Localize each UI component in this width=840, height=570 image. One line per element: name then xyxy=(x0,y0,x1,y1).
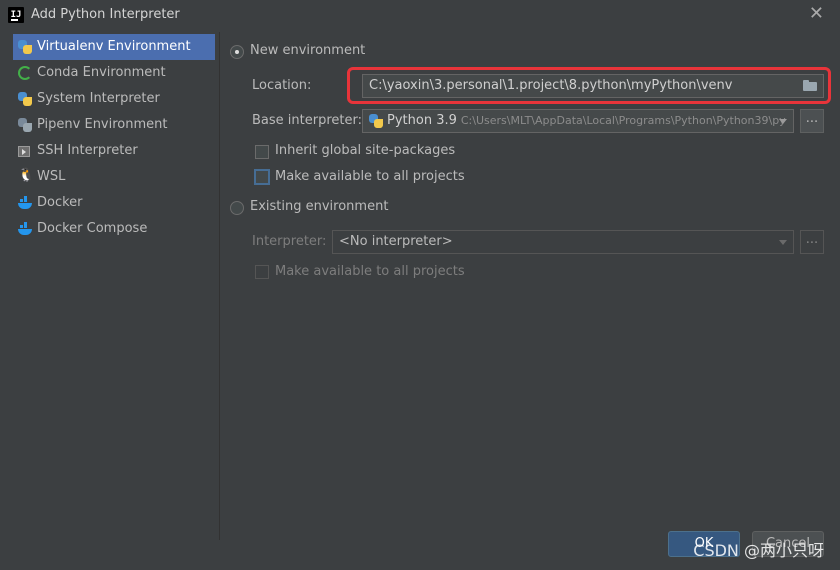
sidebar-item-label: Virtualenv Environment xyxy=(37,39,191,54)
make-available-label: Make available to all projects xyxy=(275,169,465,184)
sidebar-item-ssh[interactable]: SSH Interpreter xyxy=(10,138,217,164)
conda-icon xyxy=(18,66,32,80)
base-interpreter-path: C:\Users\MLT\AppData\Local\Programs\Pyth… xyxy=(460,114,786,127)
chevron-down-icon xyxy=(779,119,787,124)
sidebar-item-label: System Interpreter xyxy=(37,91,160,106)
location-label: Location: xyxy=(252,78,312,93)
panel-divider xyxy=(219,32,220,540)
sidebar-item-docker[interactable]: Docker xyxy=(10,190,217,216)
pipenv-icon xyxy=(18,118,32,132)
base-interpreter-label: Base interpreter: xyxy=(252,113,362,128)
interpreter-type-list: Virtualenv Environment Conda Environment… xyxy=(10,34,217,534)
sidebar-item-virtualenv[interactable]: Virtualenv Environment xyxy=(13,34,215,60)
close-icon[interactable]: ✕ xyxy=(809,3,824,24)
make-available-checkbox[interactable] xyxy=(254,169,270,185)
interpreter-select[interactable]: <No interpreter> xyxy=(332,230,794,254)
linux-penguin-icon: 🐧 xyxy=(18,168,35,183)
sidebar-item-label: Pipenv Environment xyxy=(37,117,168,132)
location-highlight-box xyxy=(347,67,831,104)
sidebar-item-label: WSL xyxy=(37,169,66,184)
sidebar-item-docker-compose[interactable]: Docker Compose xyxy=(10,216,217,242)
browse-base-interpreter-button[interactable]: ... xyxy=(800,109,824,133)
sidebar-item-label: SSH Interpreter xyxy=(37,143,138,158)
new-environment-label: New environment xyxy=(250,43,366,58)
interpreter-label: Interpreter: xyxy=(252,234,327,249)
inherit-site-packages-checkbox[interactable] xyxy=(255,145,269,159)
sidebar-item-wsl[interactable]: 🐧 WSL xyxy=(10,164,217,190)
title-bar: IJ Add Python Interpreter ✕ xyxy=(0,0,840,30)
browse-interpreter-button[interactable]: ... xyxy=(800,230,824,254)
sidebar-item-pipenv[interactable]: Pipenv Environment xyxy=(10,112,217,138)
python-icon xyxy=(369,114,383,128)
intellij-logo-icon: IJ xyxy=(8,7,24,23)
window-title: Add Python Interpreter xyxy=(31,7,180,22)
sidebar-item-conda[interactable]: Conda Environment xyxy=(10,60,217,86)
docker-icon xyxy=(18,196,32,210)
existing-make-available-checkbox[interactable] xyxy=(255,265,269,279)
sidebar-item-label: Docker Compose xyxy=(37,221,148,236)
sidebar-item-label: Conda Environment xyxy=(37,65,166,80)
watermark-text: CSDN @两小只呀 xyxy=(693,541,824,560)
existing-environment-radio[interactable] xyxy=(230,201,244,215)
chevron-down-icon xyxy=(779,240,787,245)
python-icon xyxy=(18,40,32,54)
existing-make-available-label: Make available to all projects xyxy=(275,264,465,279)
new-environment-radio[interactable] xyxy=(230,45,244,59)
docker-icon xyxy=(18,222,32,236)
interpreter-value: <No interpreter> xyxy=(339,234,453,249)
sidebar-item-system-interpreter[interactable]: System Interpreter xyxy=(10,86,217,112)
base-interpreter-value: Python 3.9 xyxy=(387,113,457,128)
python-icon xyxy=(18,92,32,106)
existing-environment-label: Existing environment xyxy=(250,199,389,214)
base-interpreter-select[interactable]: Python 3.9 C:\Users\MLT\AppData\Local\Pro… xyxy=(362,109,794,133)
sidebar-item-label: Docker xyxy=(37,195,83,210)
inherit-site-packages-label: Inherit global site-packages xyxy=(275,143,456,158)
ssh-icon xyxy=(18,146,30,157)
